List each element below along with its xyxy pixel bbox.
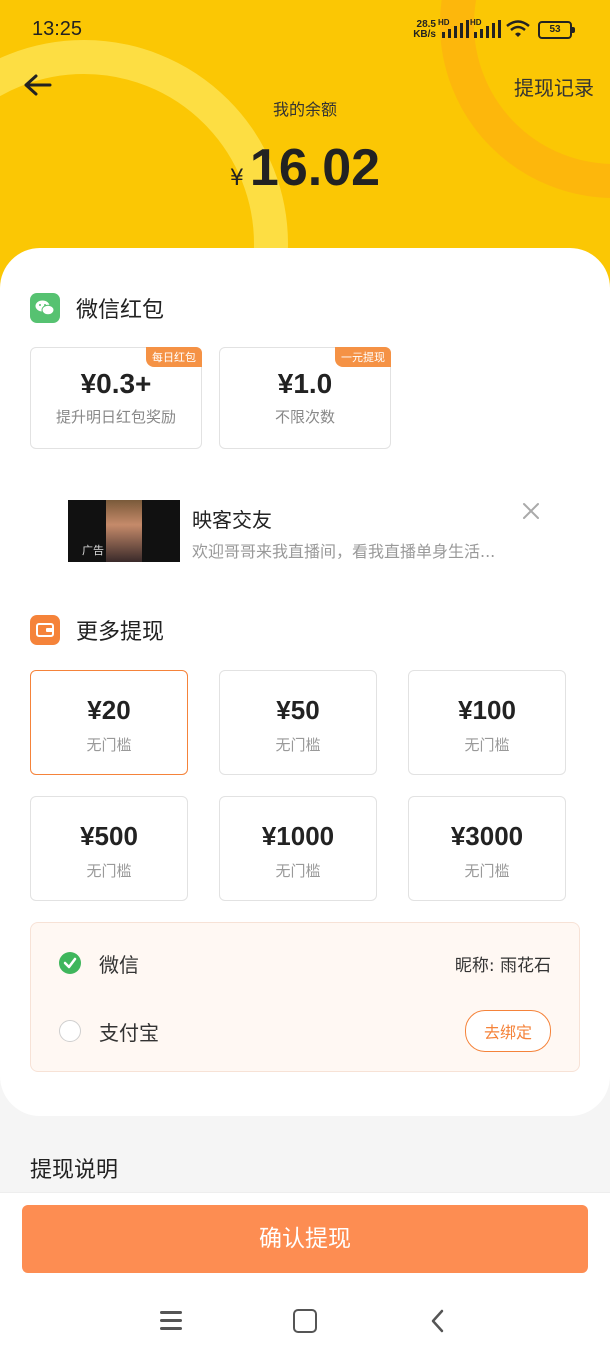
more-section-label: 更多提现 (76, 620, 165, 645)
balance-value: 16.02 (249, 139, 381, 197)
ad-image (106, 500, 142, 562)
amount-desc: 无门槛 (275, 736, 321, 754)
redpacket-desc: 不限次数 (274, 408, 335, 426)
amount-option[interactable]: ¥50 无门槛 (219, 670, 377, 775)
ad-tag: 广告 (82, 544, 104, 557)
wechat-icon (30, 293, 60, 323)
nav-back-icon[interactable] (428, 1307, 448, 1335)
redpacket-option[interactable]: 一元提现 ¥1.0 不限次数 (219, 347, 391, 449)
status-time: 13:25 (32, 18, 83, 40)
payment-label-alipay: 支付宝 (99, 1020, 159, 1045)
more-section-title: 更多提现 (30, 614, 164, 646)
status-bar: 13:25 28.5 KB/s HD HD 53 (0, 0, 610, 58)
wechat-section-label: 微信红包 (76, 298, 165, 323)
payment-method-box: 微信 昵称: 雨花石 支付宝 去绑定 (30, 922, 580, 1072)
wallet-icon (30, 615, 60, 645)
amount-option[interactable]: ¥500 无门槛 (30, 796, 188, 901)
withdraw-explanation-title: 提现说明 (30, 1158, 119, 1183)
radio-icon[interactable] (59, 1020, 81, 1042)
signal-icon (440, 20, 469, 38)
wechat-section-title: 微信红包 (30, 292, 164, 324)
menu-icon[interactable] (160, 1311, 182, 1331)
amount-option[interactable]: ¥1000 无门槛 (219, 796, 377, 901)
payment-label-wechat: 微信 (99, 952, 139, 977)
amount-value: ¥100 (458, 695, 516, 725)
withdraw-card: 微信红包 每日红包 ¥0.3+ 提升明日红包奖励 一元提现 ¥1.0 不限次数 … (0, 248, 610, 1116)
bottom-bar: 确认提现 (0, 1192, 610, 1357)
ad-banner[interactable]: 广告 映客交友 欢迎哥哥来我直播间，看我直播单身生活... (68, 500, 568, 562)
close-icon[interactable] (520, 500, 542, 522)
wifi-icon (506, 20, 530, 37)
check-icon[interactable] (59, 952, 81, 974)
currency-symbol: ¥ (229, 166, 244, 191)
amount-desc: 无门槛 (86, 736, 132, 754)
balance-amount: ¥16.02 (0, 138, 610, 198)
wechat-nickname: 昵称: 雨花石 (454, 955, 551, 976)
ad-title: 映客交友 (192, 508, 272, 532)
amount-option[interactable]: ¥20 无门槛 (30, 670, 188, 775)
balance-label: 我的余额 (272, 100, 337, 119)
amount-option[interactable]: ¥3000 无门槛 (408, 796, 566, 901)
network-speed-unit: KB/s (413, 29, 436, 40)
amount-desc: 无门槛 (86, 862, 132, 880)
redpacket-desc: 提升明日红包奖励 (55, 408, 176, 426)
home-icon[interactable] (293, 1309, 317, 1333)
amount-option[interactable]: ¥100 无门槛 (408, 670, 566, 775)
ad-description: 欢迎哥哥来我直播间，看我直播单身生活... (192, 542, 496, 561)
amount-value: ¥500 (80, 821, 138, 851)
amount-value: ¥1000 (261, 821, 335, 851)
amount-value: ¥20 (87, 695, 131, 725)
amount-desc: 无门槛 (464, 862, 510, 880)
redpacket-badge: 每日红包 (146, 347, 202, 367)
ad-thumbnail[interactable]: 广告 (68, 500, 180, 562)
redpacket-amount: ¥0.3+ (80, 368, 152, 399)
confirm-withdraw-button[interactable]: 确认提现 (22, 1205, 588, 1273)
amount-value: ¥3000 (450, 821, 524, 851)
payment-option-wechat[interactable]: 微信 昵称: 雨花石 (59, 943, 551, 983)
bind-alipay-button[interactable]: 去绑定 (464, 1010, 551, 1052)
battery-icon: 53 (538, 21, 575, 39)
payment-option-alipay[interactable]: 支付宝 去绑定 (59, 1010, 551, 1052)
amount-desc: 无门槛 (464, 736, 510, 754)
signal-icon (472, 20, 501, 38)
redpacket-badge: 一元提现 (335, 347, 391, 367)
system-nav-bar (0, 1293, 610, 1353)
amount-value: ¥50 (276, 695, 320, 725)
network-speed: 28.5 KB/s (408, 20, 436, 40)
redpacket-amount: ¥1.0 (277, 368, 333, 399)
amount-desc: 无门槛 (275, 862, 321, 880)
redpacket-option[interactable]: 每日红包 ¥0.3+ 提升明日红包奖励 (30, 347, 202, 449)
